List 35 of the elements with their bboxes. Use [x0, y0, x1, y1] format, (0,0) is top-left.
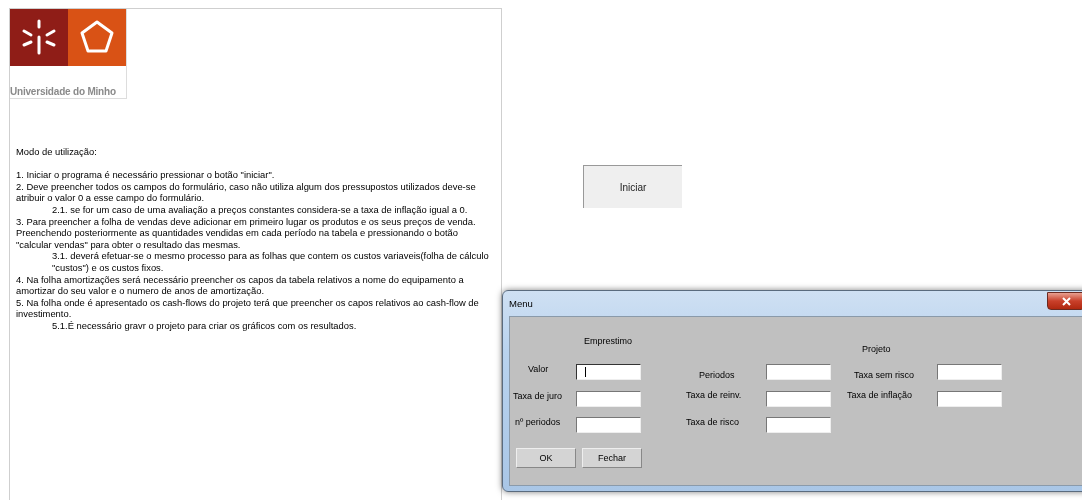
instruction-text: 1. Iniciar o programa é necessário pressionar o botão "iniciar".: [16, 169, 276, 181]
input-field[interactable]: [576, 364, 641, 380]
input-field[interactable]: [766, 417, 831, 433]
instruction-text: 2. Deve preencher todos os campos do formulário, caso não utiliza algum dos pressupostos utilizados deve-se atribuir o valor 0 a esse campo do formulário.: [16, 180, 477, 204]
input-field[interactable]: [937, 364, 1002, 380]
input-field[interactable]: [576, 417, 641, 433]
instruction-text: 4. Na folha amortizações será necessário preencher os capos da tabela relativos a nome do equipamento a amortizar do seu valor e o numero de anos de amortização.: [16, 273, 465, 297]
start-button[interactable]: Iniciar: [583, 165, 682, 208]
field-label: Valor: [528, 364, 549, 374]
field-label: nº periodos: [515, 417, 561, 427]
close-button[interactable]: [1047, 292, 1082, 310]
dialog-title: Menu: [509, 298, 533, 309]
sub-instruction-text: 2.1. se for um caso de uma avaliação a preços constantes considera-se a taxa de inflação igual a 0.: [51, 203, 469, 216]
text-cursor: [585, 367, 586, 377]
section-heading: Projeto: [862, 344, 891, 354]
field-label: Taxa de inflação: [847, 390, 913, 400]
sub-instruction-text: 3.1. deverá efetuar-se o mesmo processo para as folhas que contem os custos variaveis(folha de cálculo "custos") e os custos fixos.: [51, 250, 490, 274]
input-field[interactable]: [576, 391, 641, 407]
section-heading: Emprestimo: [584, 336, 632, 346]
instruction-text: 3. Para preencher a folha de vendas deve adicionar em primeiro lugar os produtos e os seus preços de venda. Preenchendo posteriormente as quantidades vendidas em cada período na tabela e pressionando o botão "calcular vendas" para obter o resultado das mesmas.: [16, 215, 477, 251]
field-label: Taxa sem risco: [854, 370, 915, 380]
field-label: Taxa de reinv.: [686, 390, 742, 400]
close-icon: [1061, 296, 1071, 306]
close-form-button[interactable]: Fechar: [582, 448, 642, 468]
ok-button[interactable]: OK: [516, 448, 576, 468]
field-label: Taxa de risco: [686, 417, 740, 427]
logo-text: Universidade do Minho: [10, 86, 117, 98]
instruction-text: 5. Na folha onde é apresentado os cash-flows do projeto terá que preencher os capos relativos ao cash-flow de investimento.: [16, 296, 480, 320]
field-label: Periodos: [699, 370, 735, 380]
input-field[interactable]: [766, 391, 831, 407]
sub-instruction-text: 5.1.É necessário gravr o projeto para criar os gráficos com os resultados.: [51, 319, 358, 332]
input-field[interactable]: [766, 364, 831, 380]
field-label: Taxa de juro: [513, 391, 563, 401]
input-field[interactable]: [937, 391, 1002, 407]
instructions-heading: Modo de utilização:: [16, 146, 98, 158]
